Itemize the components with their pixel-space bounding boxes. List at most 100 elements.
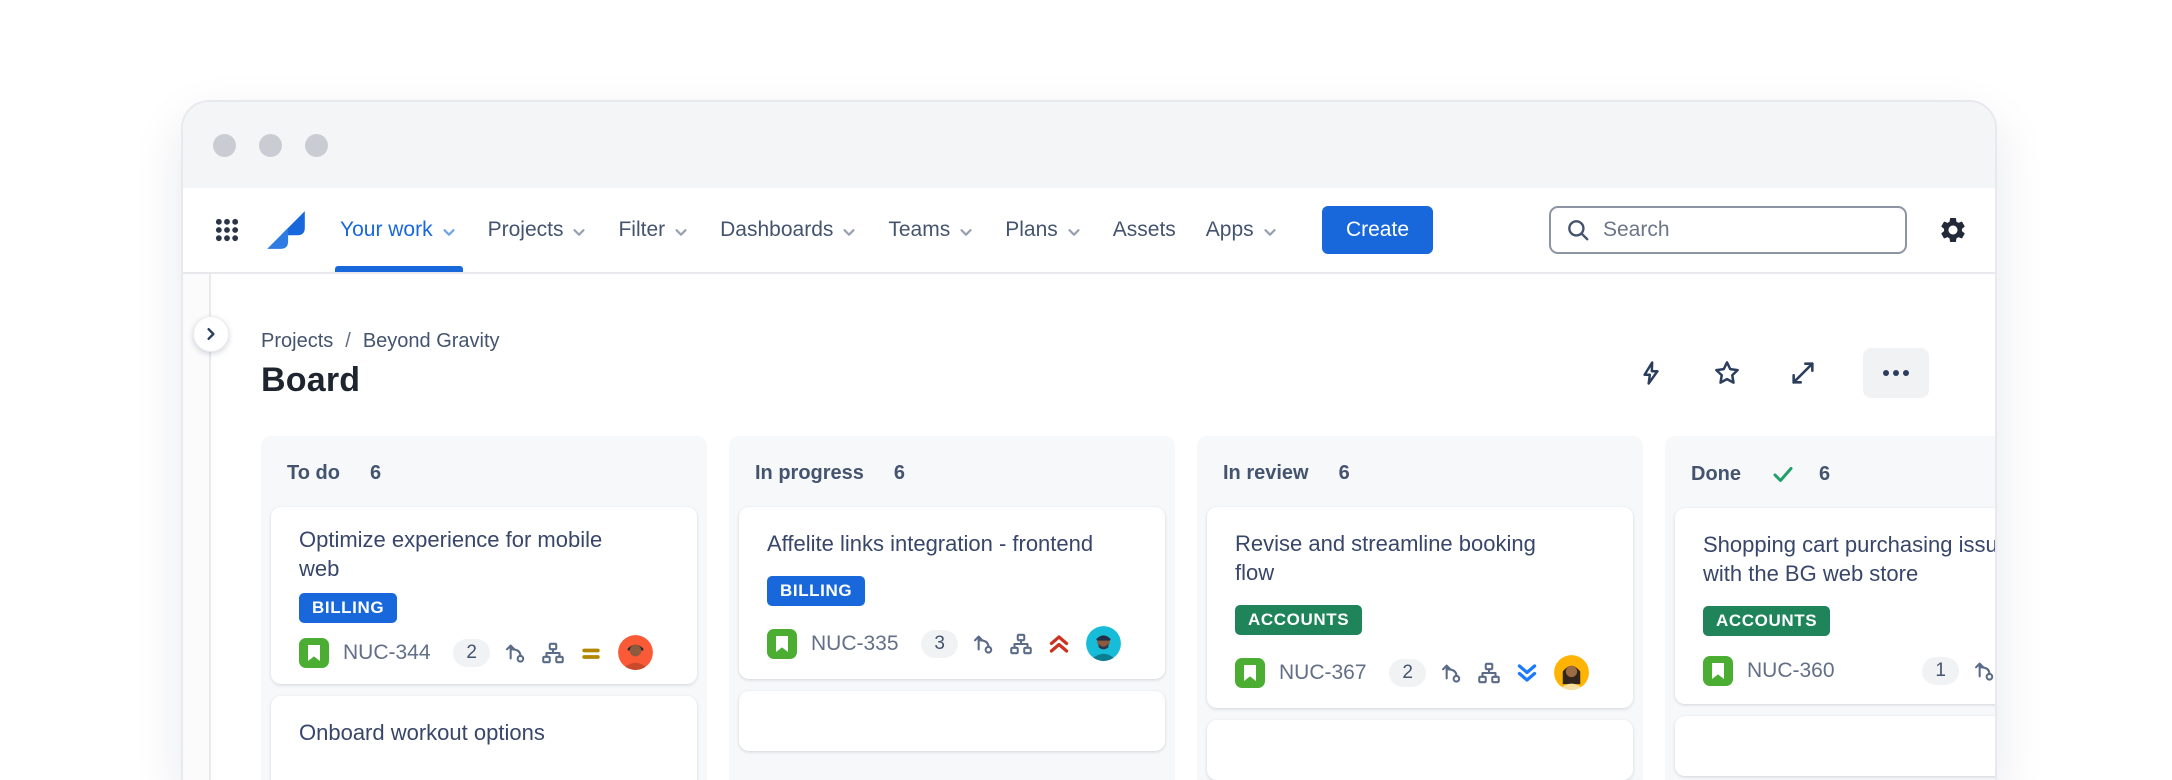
breadcrumb-separator: / (345, 330, 351, 353)
chevron-down-icon (957, 223, 975, 241)
ellipsis-icon (1881, 368, 1911, 378)
card-title: Onboard workout options (299, 718, 629, 747)
column-name: To do (287, 462, 340, 485)
label-badge: ACCOUNTS (1235, 605, 1362, 635)
column-name: Done (1691, 463, 1741, 486)
top-navbar: Your work Projects Filter Dashboards Tea… (183, 188, 1995, 274)
assignee-avatar[interactable] (1086, 626, 1121, 661)
column-header: In review 6 (1207, 436, 1633, 507)
lightning-icon[interactable] (1635, 357, 1667, 389)
app-window: Your work Projects Filter Dashboards Tea… (181, 100, 1997, 780)
chevron-down-icon (1261, 223, 1279, 241)
card-partial[interactable] (1675, 716, 1995, 776)
column-name: In progress (755, 462, 864, 485)
nav-item-teams[interactable]: Teams (873, 188, 990, 272)
nav-item-label: Plans (1005, 218, 1058, 242)
search-input[interactable] (1603, 218, 1891, 242)
chevron-down-icon (440, 223, 458, 241)
nav-item-your-work[interactable]: Your work (325, 188, 473, 272)
links-count-badge: 2 (1389, 659, 1426, 687)
column-header: To do 6 (271, 436, 697, 507)
expand-icon[interactable] (1787, 357, 1819, 389)
card-title: Affelite links integration - frontend (767, 529, 1097, 558)
card-nuc-367[interactable]: Revise and streamline booking flow ACCOU… (1207, 507, 1633, 708)
story-icon (1703, 656, 1733, 686)
search-box[interactable] (1549, 206, 1907, 254)
column-in-review: In review 6 Revise and streamline bookin… (1197, 436, 1643, 780)
label-badge: ACCOUNTS (1703, 606, 1830, 636)
column-header: In progress 6 (739, 436, 1165, 507)
card-meta: NUC-344 2 (299, 635, 669, 670)
card-nuc-344[interactable]: Optimize experience for mobile web BILLI… (271, 507, 697, 684)
card-meta: NUC-335 3 (767, 626, 1137, 661)
traffic-light-dot (259, 134, 282, 157)
column-count: 6 (370, 462, 381, 485)
links-count-badge: 3 (921, 630, 958, 658)
chevron-down-icon (840, 223, 858, 241)
label-badge: BILLING (767, 576, 865, 606)
nav-item-dashboards[interactable]: Dashboards (705, 188, 873, 272)
collapsed-sidebar-rail (183, 274, 211, 780)
more-options-button[interactable] (1863, 348, 1929, 398)
chevron-down-icon (570, 223, 588, 241)
links-count-badge: 1 (1922, 657, 1959, 685)
assignee-avatar[interactable] (1554, 655, 1589, 690)
nav-item-label: Filter (618, 218, 665, 242)
card-meta: NUC-367 2 (1235, 655, 1605, 690)
nav-item-apps[interactable]: Apps (1191, 188, 1294, 272)
column-name: In review (1223, 462, 1309, 485)
create-button[interactable]: Create (1322, 206, 1433, 254)
links-count-badge: 2 (453, 639, 490, 667)
priority-highest-icon (1046, 631, 1072, 657)
column-done: Done 6 Shopping cart purchasing issues w… (1665, 436, 1995, 780)
nav-item-plans[interactable]: Plans (990, 188, 1098, 272)
chevron-right-icon (203, 326, 219, 342)
gear-icon[interactable] (1931, 208, 1975, 252)
column-count: 6 (1819, 463, 1830, 486)
priority-medium-icon (578, 640, 604, 666)
nav-item-assets[interactable]: Assets (1098, 188, 1191, 272)
card-nuc-360[interactable]: Shopping cart purchasing issues with the… (1675, 508, 1995, 704)
nav-item-label: Apps (1206, 218, 1254, 242)
breadcrumb-project-name[interactable]: Beyond Gravity (363, 330, 500, 353)
subtasks-icon (540, 640, 566, 666)
card-title: Revise and streamline booking flow (1235, 529, 1565, 587)
board-main: Projects / Beyond Gravity Board (211, 274, 1995, 780)
branch-icon (1971, 658, 1995, 684)
nav-menu: Your work Projects Filter Dashboards Tea… (325, 188, 1294, 272)
done-check-icon (1771, 462, 1795, 486)
card-partial[interactable] (739, 691, 1165, 751)
label-badge: BILLING (299, 593, 397, 623)
expand-sidebar-button[interactable] (193, 316, 229, 352)
nav-item-label: Assets (1113, 218, 1176, 242)
issue-key: NUC-344 (343, 641, 431, 665)
chevron-down-icon (672, 223, 690, 241)
page-header: Projects / Beyond Gravity Board (261, 330, 1995, 400)
column-count: 6 (894, 462, 905, 485)
breadcrumb-projects[interactable]: Projects (261, 330, 333, 353)
column-todo: To do 6 Optimize experience for mobile w… (261, 436, 707, 780)
issue-key: NUC-360 (1747, 659, 1835, 683)
nav-item-label: Your work (340, 218, 433, 242)
kanban-board: To do 6 Optimize experience for mobile w… (261, 436, 1995, 780)
star-icon[interactable] (1711, 357, 1743, 389)
card-meta: NUC-360 1 (1703, 656, 1995, 686)
card-partial[interactable] (1207, 720, 1633, 780)
nav-item-projects[interactable]: Projects (473, 188, 604, 272)
assignee-avatar[interactable] (618, 635, 653, 670)
subtasks-icon (1008, 631, 1034, 657)
traffic-light-dot (213, 134, 236, 157)
card-title: Shopping cart purchasing issues with the… (1703, 530, 1995, 588)
card-partial[interactable]: Onboard workout options (271, 696, 697, 780)
nav-item-filter[interactable]: Filter (603, 188, 705, 272)
page-title: Board (261, 361, 500, 400)
card-nuc-335[interactable]: Affelite links integration - frontend BI… (739, 507, 1165, 679)
jira-logo-icon[interactable] (263, 207, 309, 253)
column-header: Done 6 (1675, 436, 1995, 508)
subtasks-icon (1476, 660, 1502, 686)
app-switcher-icon[interactable] (205, 208, 249, 252)
column-in-progress: In progress 6 Affelite links integration… (729, 436, 1175, 780)
chevron-down-icon (1065, 223, 1083, 241)
column-count: 6 (1339, 462, 1350, 485)
branch-icon (502, 640, 528, 666)
